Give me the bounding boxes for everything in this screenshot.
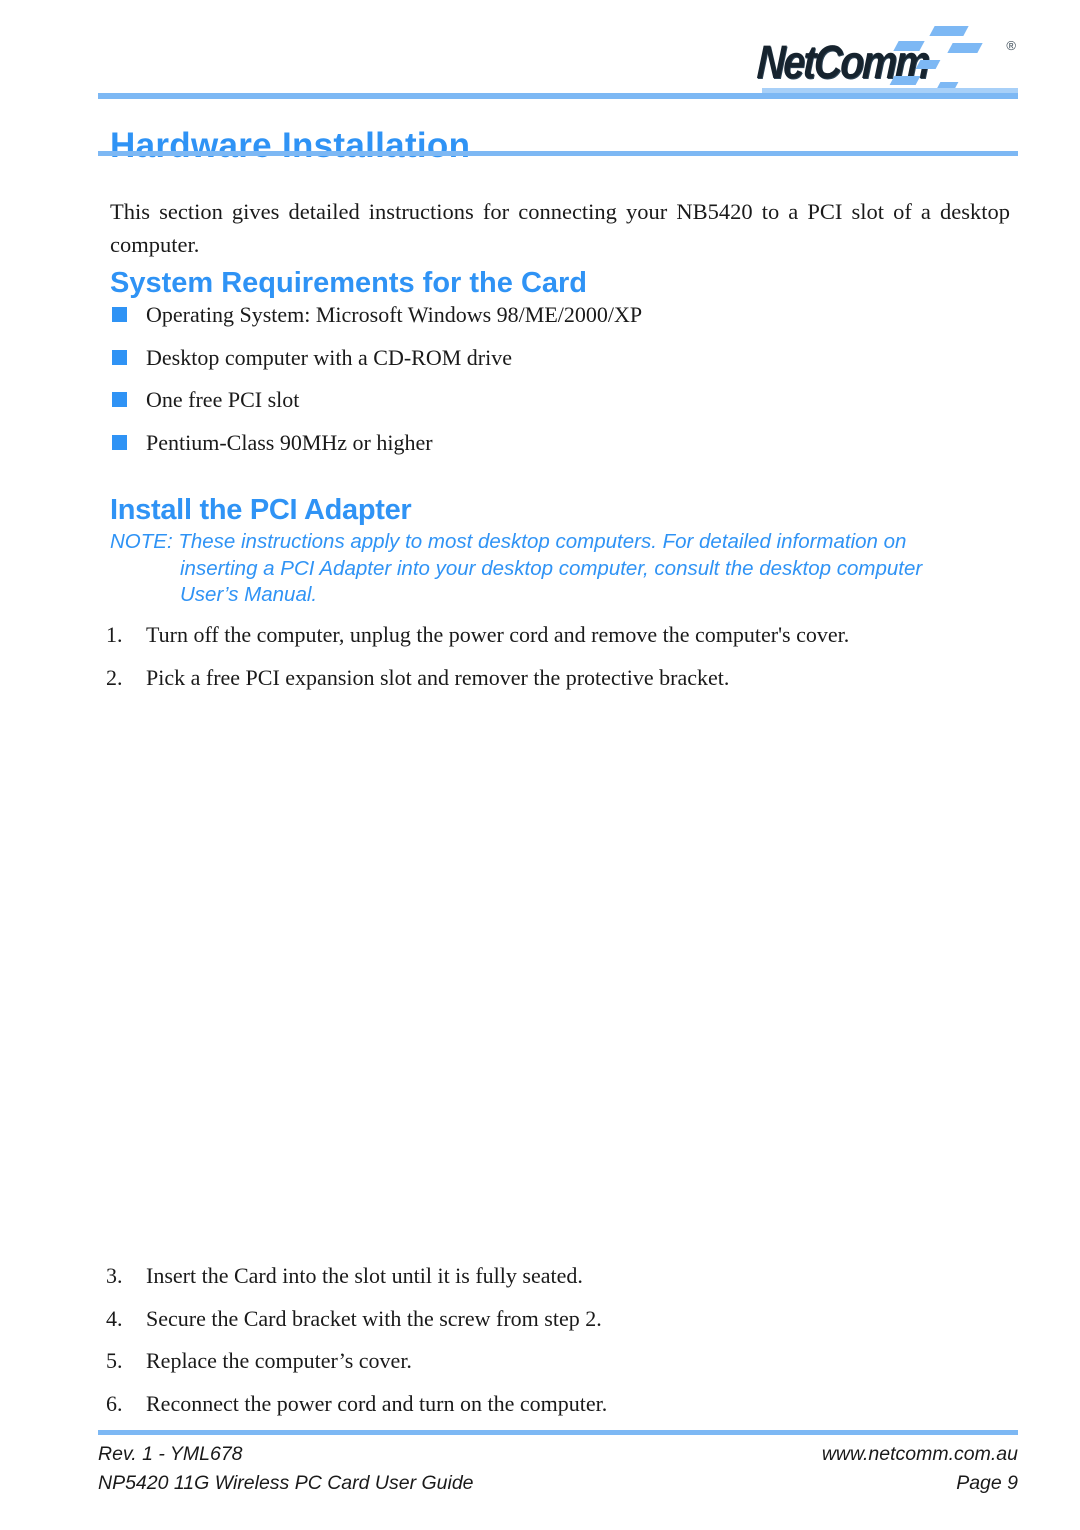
- note-line-2: inserting a PCI Adapter into your deskto…: [180, 556, 923, 580]
- list-item-label: Turn off the computer, unplug the power …: [146, 622, 850, 647]
- list-item-label: One free PCI slot: [146, 387, 300, 412]
- list-item-label: Desktop computer with a CD-ROM drive: [146, 344, 512, 370]
- list-item: 4. Secure the Card bracket with the scre…: [106, 1304, 986, 1347]
- square-bullet-icon: [112, 307, 127, 322]
- document-page: NetComm ® Hardware Installation This sec…: [0, 0, 1080, 1530]
- logo-accent-icon: [947, 43, 983, 53]
- footer-revision: Rev. 1 - YML678: [98, 1443, 243, 1465]
- registered-trademark-icon: ®: [1006, 38, 1016, 53]
- footer-page-number: Page 9: [956, 1471, 1018, 1494]
- list-item: 1. Turn off the computer, unplug the pow…: [106, 620, 986, 663]
- list-item-label: Pentium-Class 90MHz or higher: [146, 429, 433, 455]
- list-item-number: 6.: [106, 1390, 123, 1416]
- list-item: 6. Reconnect the power cord and turn on …: [106, 1389, 986, 1432]
- page-footer: Rev. 1 - YML678 www.netcomm.com.au NP542…: [98, 1440, 1018, 1497]
- list-item: 2. Pick a free PCI expansion slot and re…: [106, 663, 986, 706]
- footer-row-top: Rev. 1 - YML678 www.netcomm.com.au: [98, 1440, 1018, 1469]
- footer-website[interactable]: www.netcomm.com.au: [822, 1440, 1018, 1469]
- list-item-number: 1.: [106, 622, 123, 647]
- list-item: One free PCI slot: [110, 385, 990, 428]
- list-item-label: Insert the Card into the slot until it i…: [146, 1263, 583, 1288]
- footer-row-bottom: NP5420 11G Wireless PC Card User Guide P…: [98, 1469, 1018, 1498]
- list-item: Pentium-Class 90MHz or higher: [110, 428, 990, 471]
- list-item-label: Replace the computer’s cover.: [146, 1348, 412, 1373]
- page-title: Hardware Installation: [110, 126, 471, 166]
- netcomm-logo: NetComm ®: [756, 22, 1018, 94]
- install-steps-lower: 3. Insert the Card into the slot until i…: [106, 1261, 986, 1431]
- heading-install-pci-adapter: Install the PCI Adapter: [110, 494, 412, 527]
- list-item: 3. Insert the Card into the slot until i…: [106, 1261, 986, 1304]
- title-rule-bottom: [98, 151, 1018, 156]
- square-bullet-icon: [112, 434, 127, 450]
- logo-accent-icon: [893, 41, 925, 51]
- list-item-label: Reconnect the power cord and turn on the…: [146, 1390, 608, 1416]
- intro-paragraph: This section gives detailed instructions…: [110, 198, 1010, 257]
- logo-accent-icon: [889, 76, 921, 85]
- heading-system-requirements: System Requirements for the Card: [110, 267, 588, 300]
- title-rule-top: [98, 93, 1018, 99]
- note-block: NOTE: These instructions apply to most d…: [110, 529, 970, 609]
- list-item-number: 4.: [106, 1305, 123, 1331]
- logo-accent-icon: [915, 60, 941, 69]
- note-line-3: User’s Manual.: [180, 583, 318, 606]
- list-item-label: Secure the Card bracket with the screw f…: [146, 1305, 602, 1331]
- footer-rule: [98, 1430, 1018, 1435]
- install-steps-upper: 1. Turn off the computer, unplug the pow…: [106, 620, 986, 705]
- logo-accent-icon: [929, 26, 969, 36]
- square-bullet-icon: [112, 392, 127, 407]
- list-item: Desktop computer with a CD-ROM drive: [110, 343, 990, 386]
- list-item-label: Pick a free PCI expansion slot and remov…: [146, 664, 730, 690]
- square-bullet-icon: [112, 349, 127, 365]
- list-item-number: 2.: [106, 664, 123, 690]
- list-item: Operating System: Microsoft Windows 98/M…: [110, 300, 990, 343]
- list-item-label: Operating System: Microsoft Windows 98/M…: [146, 302, 643, 327]
- list-item: 5. Replace the computer’s cover.: [106, 1346, 986, 1389]
- list-item-number: 5.: [106, 1348, 123, 1373]
- system-requirements-list: Operating System: Microsoft Windows 98/M…: [110, 300, 990, 470]
- note-line-1: NOTE: These instructions apply to most d…: [110, 530, 907, 553]
- footer-document-title: NP5420 11G Wireless PC Card User Guide: [98, 1471, 474, 1494]
- list-item-number: 3.: [106, 1263, 123, 1288]
